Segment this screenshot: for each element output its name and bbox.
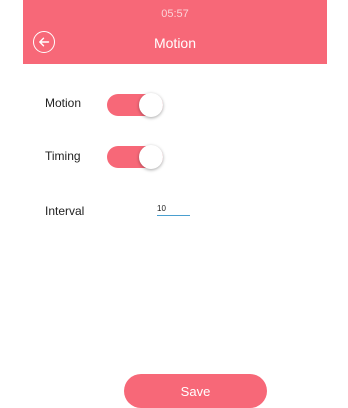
timing-label: Timing: [45, 149, 81, 163]
timing-toggle[interactable]: [107, 145, 163, 169]
app-bar: 05:57 Motion: [23, 0, 327, 64]
save-button[interactable]: Save: [124, 374, 267, 408]
motion-toggle[interactable]: [107, 93, 163, 117]
status-time: 05:57: [161, 8, 189, 20]
motion-label: Motion: [45, 96, 82, 110]
interval-input[interactable]: [157, 202, 190, 216]
interval-label: Interval: [45, 204, 85, 218]
page-title: Motion: [153, 35, 197, 51]
toggle-knob: [139, 145, 163, 169]
toggle-knob: [139, 93, 163, 117]
